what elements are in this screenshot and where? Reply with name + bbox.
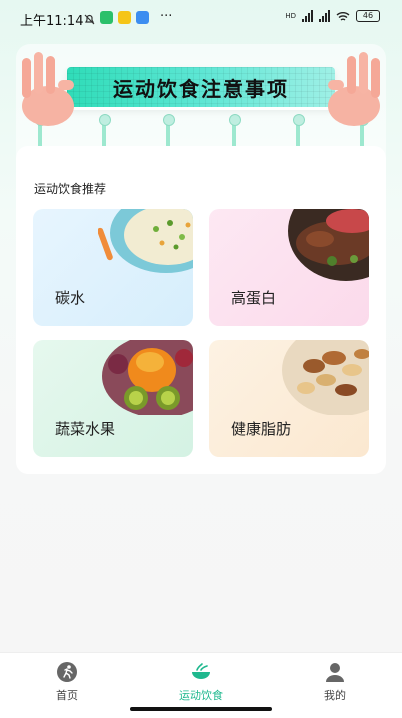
wifi-icon — [336, 11, 350, 21]
banner-title-board: 运动饮食注意事项 — [67, 67, 335, 107]
more-notifications-icon: ··· — [160, 9, 173, 24]
tile-vegetables-fruit[interactable]: 蔬菜水果 — [33, 340, 193, 457]
hd-label: HD — [285, 12, 296, 20]
tile-healthy-fats[interactable]: 健康脂肪 — [209, 340, 369, 457]
status-bar: 上午11:14 ··· HD 46 — [0, 0, 402, 38]
nav-profile[interactable]: 我的 — [295, 661, 375, 703]
left-hand-icon — [22, 52, 74, 126]
banner-title: 运动饮食注意事项 — [113, 76, 289, 101]
home-indicator[interactable] — [130, 707, 272, 711]
tile-protein[interactable]: 高蛋白 — [209, 209, 369, 326]
user-icon — [326, 663, 344, 682]
rice-bowl-image — [98, 209, 193, 273]
signal-icon-2 — [319, 10, 330, 22]
notification-app-icon — [118, 11, 131, 24]
fruit-basket-image — [102, 340, 193, 415]
phone-app-icon — [100, 11, 113, 24]
status-time: 上午11:14 — [20, 14, 84, 29]
steak-image — [288, 209, 369, 281]
section-title: 运动饮食推荐 — [34, 182, 107, 196]
right-hand-icon — [328, 52, 380, 126]
tile-label: 碳水 — [55, 289, 86, 307]
nuts-image — [282, 340, 369, 415]
nav-label: 我的 — [324, 689, 346, 702]
nav-label: 运动饮食 — [179, 689, 223, 702]
tile-label: 高蛋白 — [231, 289, 277, 307]
tile-label: 健康脂肪 — [231, 420, 292, 438]
tile-label: 蔬菜水果 — [55, 420, 116, 438]
runner-icon — [57, 662, 77, 682]
nav-home[interactable]: 首页 — [27, 661, 107, 703]
food-bowl-icon — [192, 663, 210, 679]
signal-icon — [302, 10, 313, 22]
message-app-icon — [136, 11, 149, 24]
nav-diet[interactable]: 运动饮食 — [161, 661, 241, 703]
battery-icon: 46 — [356, 10, 380, 22]
tile-carbs[interactable]: 碳水 — [33, 209, 193, 326]
mute-icon — [83, 11, 96, 25]
nav-label: 首页 — [56, 689, 78, 702]
